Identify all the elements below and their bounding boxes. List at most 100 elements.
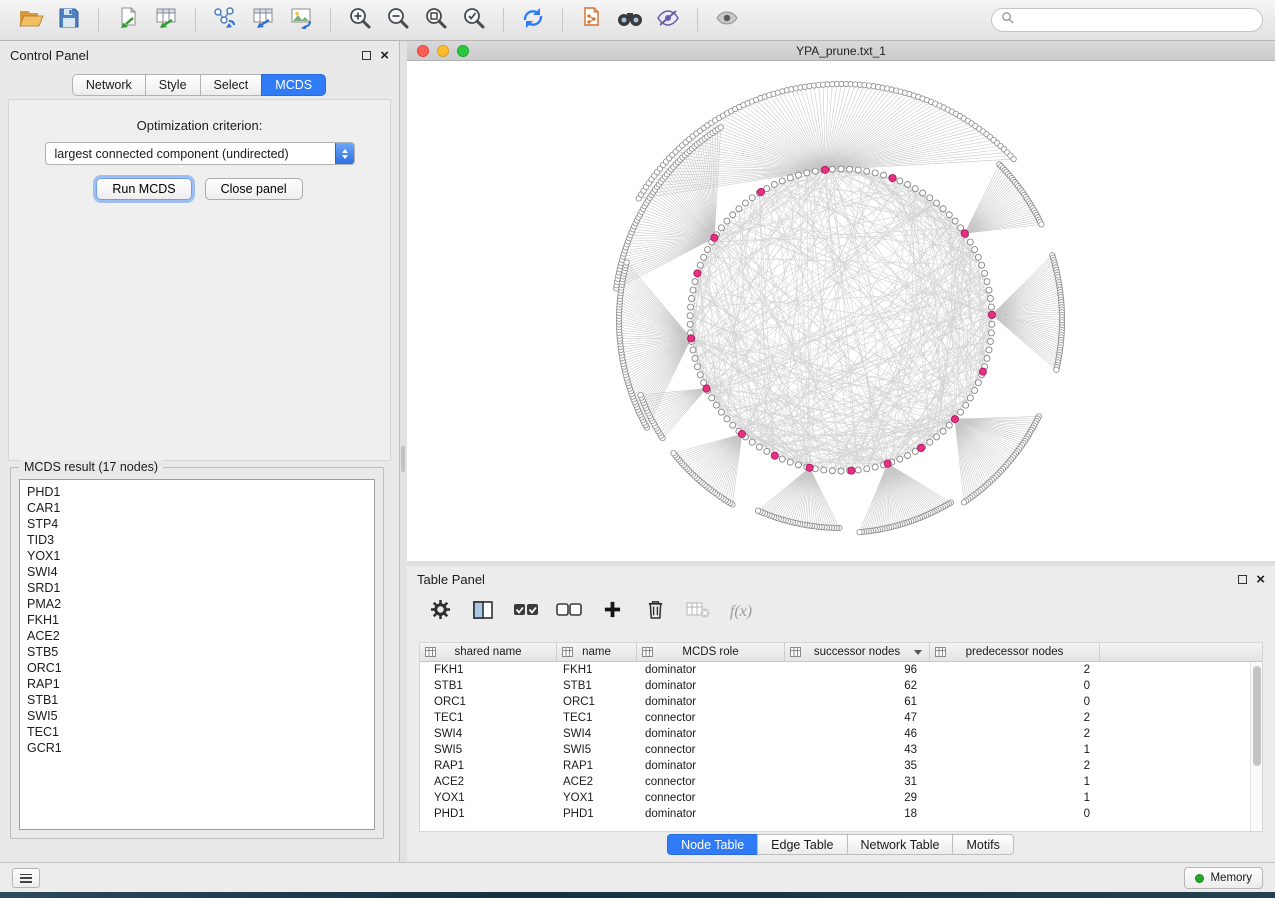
table-cell: 47 <box>785 712 930 724</box>
save-session-button[interactable] <box>52 4 86 36</box>
criterion-dropdown[interactable]: largest connected component (undirected) <box>45 142 355 165</box>
mcds-result-item[interactable]: SRD1 <box>27 580 367 596</box>
table-row[interactable]: STB1STB1dominator620 <box>420 678 1262 694</box>
tab-node-table[interactable]: Node Table <box>667 834 758 855</box>
columns-icon <box>472 600 494 625</box>
mcds-result-item[interactable]: TEC1 <box>27 724 367 740</box>
import-file-button[interactable] <box>111 4 145 36</box>
table-toolbar: f(x) <box>407 592 1275 632</box>
network-window-title: YPA_prune.txt_1 <box>796 44 886 58</box>
table-cell: 1 <box>930 792 1100 804</box>
zoom-selected-button[interactable] <box>457 4 491 36</box>
network-canvas[interactable] <box>407 61 1275 561</box>
run-mcds-button[interactable]: Run MCDS <box>96 178 191 200</box>
network-graph[interactable] <box>407 61 1275 561</box>
column-header-mcds-role[interactable]: MCDS role <box>637 643 785 661</box>
float-panel-icon[interactable] <box>362 51 371 60</box>
mcds-result-item[interactable]: ACE2 <box>27 628 367 644</box>
tab-select[interactable]: Select <box>200 74 263 96</box>
vertical-splitter[interactable] <box>400 41 407 862</box>
table-row[interactable]: FKH1FKH1dominator962 <box>420 662 1262 678</box>
open-file-button[interactable] <box>14 4 48 36</box>
table-cell: 96 <box>785 664 930 676</box>
mcds-result-item[interactable]: ORC1 <box>27 660 367 676</box>
close-panel-button[interactable]: Close panel <box>205 178 303 200</box>
float-table-panel-icon[interactable] <box>1238 575 1247 584</box>
table-row[interactable]: TEC1TEC1connector472 <box>420 710 1262 726</box>
scrollbar-thumb[interactable] <box>1253 666 1261 766</box>
function-builder-button[interactable]: f(x) <box>724 597 758 627</box>
mcds-result-item[interactable]: GCR1 <box>27 740 367 756</box>
show-hide-button[interactable] <box>710 4 744 36</box>
table-cell: dominator <box>637 680 785 692</box>
minimize-window-button[interactable] <box>437 45 449 57</box>
zoom-fit-button[interactable] <box>419 4 453 36</box>
zoom-out-icon <box>386 6 410 35</box>
settings-gear-button[interactable] <box>423 597 457 627</box>
search-network-button[interactable] <box>613 4 647 36</box>
close-table-panel-icon[interactable]: × <box>1256 572 1265 587</box>
mcds-result-item[interactable]: FKH1 <box>27 612 367 628</box>
import-table-button[interactable] <box>149 4 183 36</box>
network-window: YPA_prune.txt_1 <box>407 41 1275 561</box>
copy-network-button[interactable] <box>575 4 609 36</box>
splitter-handle[interactable] <box>401 446 405 472</box>
table-scrollbar[interactable] <box>1250 662 1262 831</box>
table-row[interactable]: ACE2ACE2connector311 <box>420 774 1262 790</box>
show-columns-button[interactable] <box>466 597 500 627</box>
mcds-result-item[interactable]: PHD1 <box>27 484 367 500</box>
tab-style[interactable]: Style <box>145 74 201 96</box>
select-all-button[interactable] <box>509 597 543 627</box>
import-network-table-button[interactable] <box>246 4 280 36</box>
status-menu-button[interactable] <box>12 868 40 888</box>
mcds-result-item[interactable]: SWI5 <box>27 708 367 724</box>
delete-table-button[interactable] <box>681 597 715 627</box>
close-panel-icon[interactable]: × <box>380 48 389 63</box>
import-network-image-icon <box>289 7 313 34</box>
network-titlebar[interactable]: YPA_prune.txt_1 <box>407 41 1275 61</box>
table-row[interactable]: RAP1RAP1dominator352 <box>420 758 1262 774</box>
mcds-result-list[interactable]: PHD1CAR1STP4TID3YOX1SWI4SRD1PMA2FKH1ACE2… <box>19 479 375 830</box>
desktop-wallpaper <box>0 892 1275 898</box>
tab-motifs[interactable]: Motifs <box>952 834 1013 855</box>
filter-button[interactable] <box>651 4 685 36</box>
refresh-network-button[interactable] <box>516 4 550 36</box>
column-header-successor-nodes[interactable]: successor nodes <box>785 643 930 661</box>
search-input[interactable] <box>1019 13 1253 27</box>
memory-button[interactable]: Memory <box>1184 867 1263 889</box>
tab-mcds[interactable]: MCDS <box>261 74 326 96</box>
search-box[interactable] <box>991 8 1263 32</box>
import-network-button[interactable] <box>208 4 242 36</box>
column-header-predecessor-nodes[interactable]: predecessor nodes <box>930 643 1100 661</box>
mcds-result-item[interactable]: YOX1 <box>27 548 367 564</box>
table-row[interactable]: SWI4SWI4dominator462 <box>420 726 1262 742</box>
table-row[interactable]: YOX1YOX1connector291 <box>420 790 1262 806</box>
table-cell: YOX1 <box>557 792 637 804</box>
table-row[interactable]: ORC1ORC1dominator610 <box>420 694 1262 710</box>
table-row[interactable]: SWI5SWI5connector431 <box>420 742 1262 758</box>
add-row-button[interactable] <box>595 597 629 627</box>
column-header-name[interactable]: name <box>557 643 637 661</box>
deselect-all-button[interactable] <box>552 597 586 627</box>
sort-chevron-icon[interactable] <box>914 650 922 655</box>
mcds-result-item[interactable]: CAR1 <box>27 500 367 516</box>
mcds-result-item[interactable]: PMA2 <box>27 596 367 612</box>
tab-network[interactable]: Network <box>72 74 146 96</box>
zoom-in-button[interactable] <box>343 4 377 36</box>
close-window-button[interactable] <box>417 45 429 57</box>
maximize-window-button[interactable] <box>457 45 469 57</box>
import-network-image-button[interactable] <box>284 4 318 36</box>
mcds-result-item[interactable]: STB5 <box>27 644 367 660</box>
tab-network-table[interactable]: Network Table <box>847 834 954 855</box>
mcds-result-item[interactable]: TID3 <box>27 532 367 548</box>
tab-edge-table[interactable]: Edge Table <box>757 834 847 855</box>
column-grid-icon <box>790 647 801 660</box>
table-row[interactable]: PHD1PHD1dominator180 <box>420 806 1262 822</box>
mcds-result-item[interactable]: SWI4 <box>27 564 367 580</box>
column-header-shared-name[interactable]: shared name <box>420 643 557 661</box>
delete-rows-button[interactable] <box>638 597 672 627</box>
zoom-out-button[interactable] <box>381 4 415 36</box>
mcds-result-item[interactable]: STP4 <box>27 516 367 532</box>
mcds-result-item[interactable]: RAP1 <box>27 676 367 692</box>
mcds-result-item[interactable]: STB1 <box>27 692 367 708</box>
